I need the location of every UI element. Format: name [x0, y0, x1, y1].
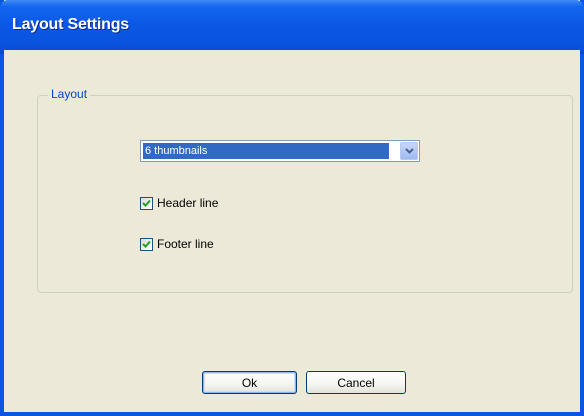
chevron-down-icon	[404, 148, 414, 154]
ok-button[interactable]: Ok	[202, 371, 297, 394]
checkmark-icon	[142, 240, 151, 248]
window-title: Layout Settings	[12, 16, 130, 33]
title-bar[interactable]: Layout Settings	[0, 0, 584, 54]
dialog-content: Layout 6 thumbnails Header line Footer l…	[4, 50, 580, 412]
dropdown-button[interactable]	[400, 142, 418, 160]
footer-line-option[interactable]: Footer line	[140, 236, 214, 252]
footer-line-checkbox[interactable]	[140, 237, 153, 251]
footer-line-label[interactable]: Footer line	[157, 237, 214, 251]
layout-dropdown-value: 6 thumbnails	[143, 143, 389, 159]
layout-group-legend: Layout	[48, 87, 91, 101]
cancel-button[interactable]: Cancel	[306, 371, 406, 394]
header-line-label[interactable]: Header line	[157, 196, 218, 210]
layout-dropdown[interactable]: 6 thumbnails	[140, 140, 420, 162]
checkmark-icon	[142, 199, 151, 207]
header-line-checkbox[interactable]	[140, 196, 153, 210]
header-line-option[interactable]: Header line	[140, 195, 218, 211]
dialog-window: Layout Settings Layout 6 thumbnails Head…	[0, 0, 584, 416]
layout-groupbox: Layout	[37, 87, 573, 293]
